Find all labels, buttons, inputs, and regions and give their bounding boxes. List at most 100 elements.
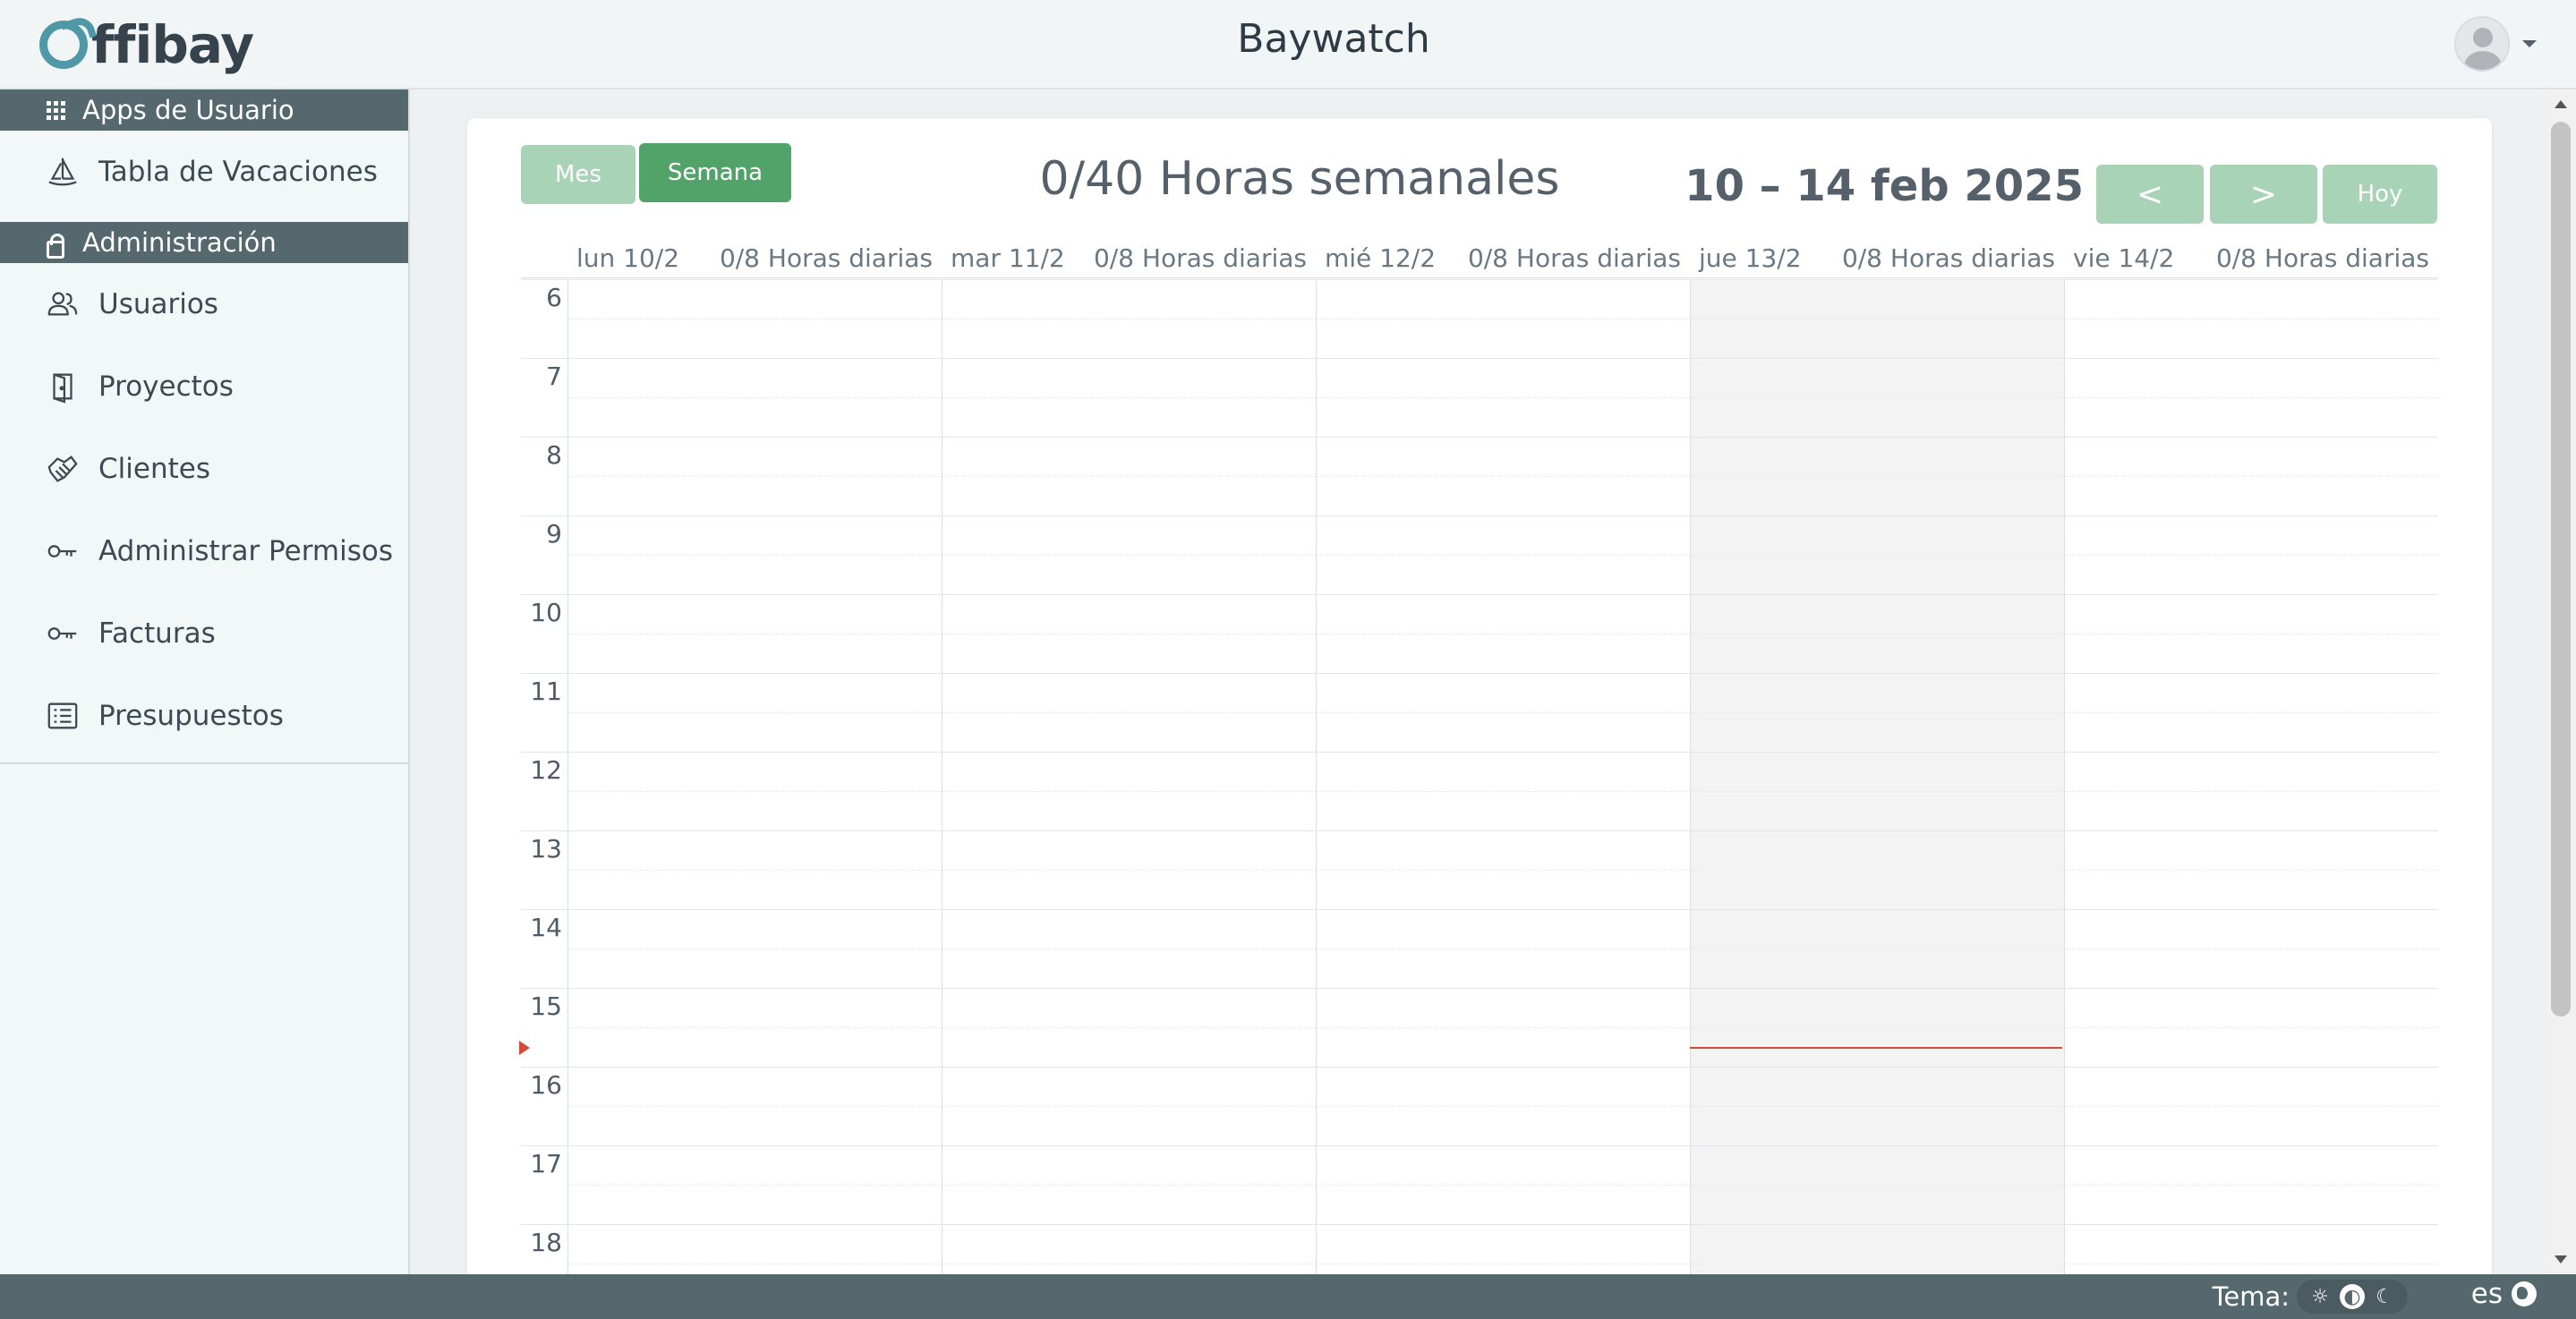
day-column[interactable] — [2064, 279, 2438, 1274]
avatar[interactable] — [2454, 16, 2510, 72]
half-hour-gridline — [567, 1106, 2438, 1107]
sidebar-item-administrar-permisos[interactable]: Administrar Permisos — [0, 510, 408, 592]
sidebar-divider — [0, 762, 408, 764]
day-header: jue 13/2 0/8 Horas diarias — [1690, 243, 2064, 276]
hour-label: 7 — [546, 362, 562, 391]
day-name: mié 12/2 — [1325, 243, 1437, 273]
sidebar-item-label: Tabla de Vacaciones — [98, 156, 378, 188]
sidebar-item-clientes[interactable]: Clientes — [0, 428, 408, 510]
current-time-arrow-icon — [519, 1041, 530, 1055]
key-icon — [45, 616, 81, 651]
half-hour-gridline — [567, 1185, 2438, 1186]
daily-hours: 0/8 Horas diarias — [1093, 243, 1307, 273]
user-menu[interactable] — [2454, 16, 2537, 72]
half-hour-gridline — [567, 712, 2438, 713]
day-name: lun 10/2 — [576, 243, 680, 273]
hour-label: 6 — [546, 283, 562, 312]
day-column[interactable] — [567, 279, 942, 1274]
chevron-right-icon: > — [2249, 175, 2278, 213]
theme-label: Tema: — [2212, 1281, 2290, 1312]
today-button[interactable]: Hoy — [2323, 165, 2437, 224]
sidebar-section-administracion: Administración — [0, 222, 408, 263]
daily-hours: 0/8 Horas diarias — [1467, 243, 1681, 273]
sidebar-item-proyectos[interactable]: Proyectos — [0, 345, 408, 428]
moon-icon[interactable]: ☾ — [2372, 1284, 2397, 1309]
sidebar-item-label: Proyectos — [98, 370, 234, 403]
hour-label: 11 — [530, 677, 562, 706]
hour-gridline — [521, 515, 2438, 516]
half-hour-gridline — [567, 791, 2438, 792]
language-selector[interactable]: es — [2471, 1278, 2537, 1310]
chevron-left-icon: < — [2136, 175, 2164, 213]
week-view-button[interactable]: Semana — [639, 143, 791, 202]
scrollbar[interactable] — [2546, 89, 2576, 1274]
hour-gridline — [521, 1145, 2438, 1146]
door-icon — [45, 369, 81, 404]
handshake-icon — [45, 451, 81, 487]
hour-gridline — [521, 279, 2438, 280]
hour-label: 16 — [530, 1070, 562, 1100]
scroll-down-arrow-icon[interactable] — [2555, 1255, 2567, 1264]
hour-label: 9 — [546, 519, 562, 549]
time-grid[interactable]: 6 7 8 9 10 11 12 13 14 15 16 17 18 — [519, 279, 2438, 1274]
half-hour-gridline — [567, 1027, 2438, 1028]
hour-label: 15 — [530, 991, 562, 1021]
sidebar-section-label: Apps de Usuario — [82, 95, 294, 125]
date-range-title: 10 – 14 feb 2025 — [1685, 161, 2084, 211]
grid-icon — [47, 101, 65, 120]
next-week-button[interactable]: > — [2210, 165, 2317, 224]
sidebar-item-tabla-de-vacaciones[interactable]: Tabla de Vacaciones — [0, 131, 408, 213]
sidebar-item-usuarios[interactable]: Usuarios — [0, 263, 408, 345]
month-view-button[interactable]: Mes — [521, 145, 635, 204]
offibay-logo[interactable]: ffibay — [39, 13, 254, 77]
lock-icon — [47, 234, 64, 259]
day-column-today[interactable] — [1690, 279, 2064, 1274]
sidebar-item-facturas[interactable]: Facturas — [0, 592, 408, 675]
hour-label: 13 — [530, 834, 562, 864]
key-icon — [45, 533, 81, 569]
daily-hours: 0/8 Horas diarias — [2215, 243, 2429, 273]
sailboat-icon — [45, 154, 81, 190]
day-header: mar 11/2 0/8 Horas diarias — [942, 243, 1316, 276]
sidebar-item-label: Presupuestos — [98, 700, 284, 732]
day-column[interactable] — [1316, 279, 1690, 1274]
language-code: es — [2470, 1278, 2503, 1310]
sidebar-item-presupuestos[interactable]: Presupuestos — [0, 675, 408, 757]
day-column[interactable] — [942, 279, 1316, 1274]
list-icon — [45, 698, 81, 734]
hour-gridline — [521, 437, 2438, 438]
half-hour-gridline — [567, 555, 2438, 556]
hour-gridline — [521, 673, 2438, 674]
half-hour-gridline — [567, 476, 2438, 477]
chevron-down-icon[interactable] — [2522, 40, 2537, 47]
daily-hours: 0/8 Horas diarias — [1841, 243, 2055, 273]
prev-week-button[interactable]: < — [2096, 165, 2204, 224]
logo-text: ffibay — [91, 14, 254, 75]
hour-gridline — [521, 1067, 2438, 1068]
hour-label: 10 — [530, 598, 562, 627]
hour-label: 14 — [530, 913, 562, 942]
page-title: Baywatch — [1237, 16, 1430, 62]
day-header: mié 12/2 0/8 Horas diarias — [1316, 243, 1690, 276]
footer-bar: Tema: ☼ ◐ ☾ es — [0, 1274, 2576, 1319]
day-name: jue 13/2 — [1699, 243, 1802, 273]
sidebar-item-label: Administrar Permisos — [98, 535, 393, 567]
current-time-indicator — [1690, 1047, 2062, 1049]
sidebar-item-label: Clientes — [98, 453, 210, 485]
day-name: vie 14/2 — [2073, 243, 2175, 273]
sidebar-item-label: Facturas — [98, 617, 216, 650]
scroll-up-arrow-icon[interactable] — [2555, 100, 2567, 108]
calendar-card: Mes Semana 0/40 Horas semanales 10 – 14 … — [467, 118, 2492, 1274]
scrollbar-thumb[interactable] — [2551, 122, 2571, 1017]
hour-gridline — [521, 594, 2438, 595]
palette-icon[interactable]: ◐ — [2340, 1284, 2365, 1309]
sun-icon[interactable]: ☼ — [2307, 1284, 2333, 1309]
theme-switcher[interactable]: ☼ ◐ ☾ — [2297, 1280, 2408, 1314]
sidebar-section-label: Administración — [82, 227, 277, 258]
sidebar: Apps de Usuario Tabla de Vacaciones Admi… — [0, 89, 410, 1274]
daily-hours: 0/8 Horas diarias — [719, 243, 933, 273]
half-hour-gridline — [567, 397, 2438, 398]
hour-gridline — [521, 1224, 2438, 1225]
main-content: Mes Semana 0/40 Horas semanales 10 – 14 … — [412, 89, 2546, 1274]
hour-gridline — [521, 988, 2438, 989]
